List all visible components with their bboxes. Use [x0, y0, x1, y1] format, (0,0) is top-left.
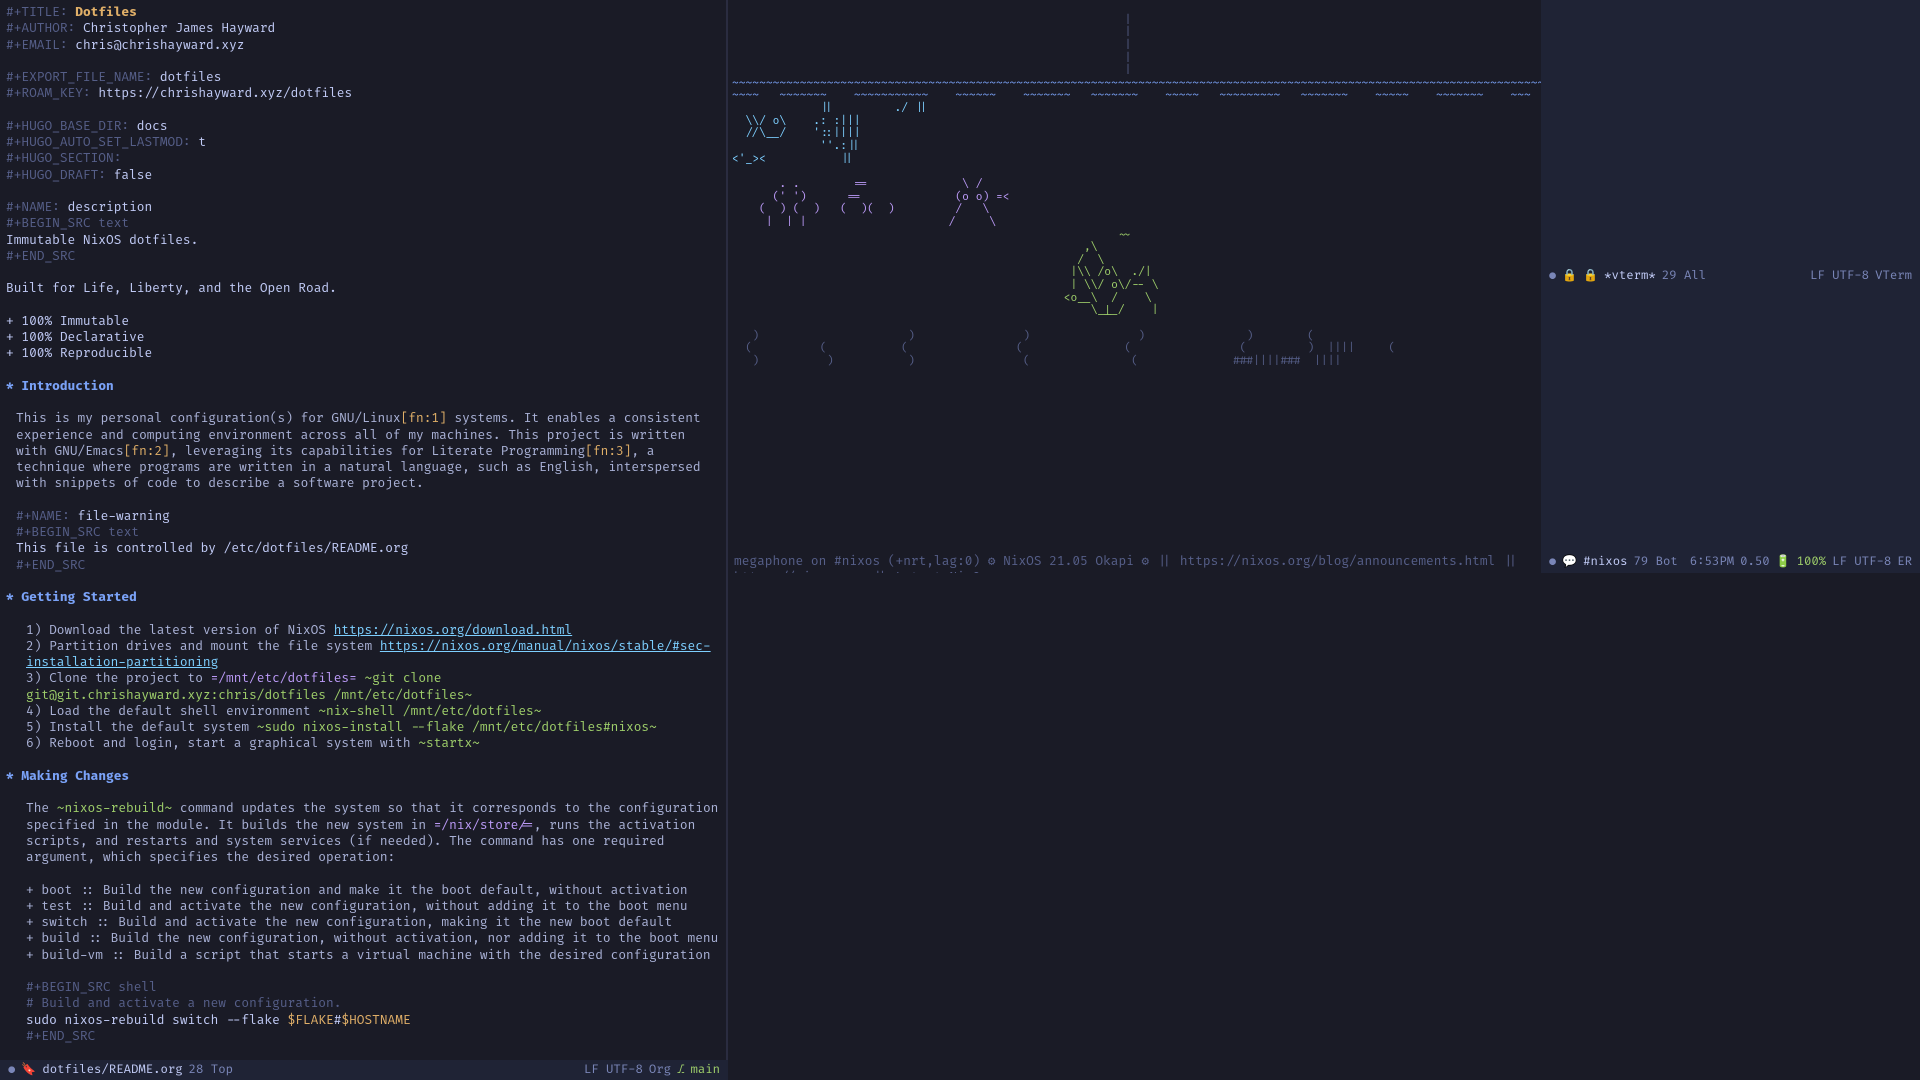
org-begin-src-shell: #+BEGIN_SRC shell: [26, 979, 720, 995]
org-shell-cmd: sudo nixos-rebuild switch --flake: [26, 1012, 288, 1028]
org-title: Dotfiles: [75, 4, 137, 20]
footnote-3[interactable]: [fn:3]: [585, 443, 631, 459]
modeline-left-encoding: LF UTF-8: [584, 1062, 643, 1078]
modeline-load: 0.50: [1740, 554, 1770, 570]
ascii-whale: ~~ ,\ / \ |\\ /o\ ./|: [732, 229, 1158, 318]
modeline-readonly-icon: ●: [1549, 268, 1556, 284]
modeline-battery: 100%: [1797, 554, 1827, 570]
org-name-fw: file-warning: [78, 508, 170, 524]
modeline-erc: ● 💬 #nixos 79 Bot 6:53PM 0.50 🔋 100% LF …: [1541, 551, 1920, 573]
vterm-pane[interactable]: | | | |: [728, 0, 1541, 551]
org-kw-email: #+EMAIL:: [6, 37, 68, 53]
org-bullet-declarative: + 100% Declarative: [6, 329, 720, 345]
org-heading-making-changes[interactable]: Making Changes: [21, 768, 129, 784]
modeline-erc-position: 79 Bot: [1633, 554, 1677, 570]
org-kw-hugo-section: #+HUGO_SECTION:: [6, 150, 121, 166]
modeline-lock-icon: 🔒: [1562, 268, 1577, 284]
org-intro-paragraph: This is my personal configuration(s) for…: [6, 410, 720, 491]
link-nixos-download[interactable]: https://nixos.org/download.html: [334, 622, 572, 638]
modeline-git-branch: main: [690, 1062, 720, 1078]
org-shell-var-hostname: $HOSTNAME: [341, 1012, 410, 1028]
modeline-encoding: LF UTF-8: [1810, 268, 1869, 284]
org-kw-hugo-base: #+HUGO_BASE_DIR:: [6, 118, 129, 134]
modeline-major-mode: VTerm: [1875, 268, 1912, 284]
org-desc-body: Immutable NixOS dotfiles.: [6, 232, 720, 248]
modeline-bookmark-icon: 🔖: [21, 1062, 36, 1078]
editor-pane-right: | | | |: [728, 0, 1920, 1060]
org-bullet-reproducible: + 100% Reproducible: [6, 345, 720, 361]
org-heading-getting-started[interactable]: Getting Started: [21, 589, 136, 605]
modeline-time: 6:53PM: [1690, 554, 1734, 570]
modeline-erc-encoding: LF UTF-8: [1832, 554, 1891, 570]
org-begin-src-text-2: #+BEGIN_SRC text: [16, 524, 720, 540]
modeline-position: 29 All: [1662, 268, 1706, 284]
org-roam: https://chrishayward.xyz/dotfiles: [98, 85, 352, 101]
org-email: chris@chrishayward.xyz: [75, 37, 244, 53]
git-branch-icon: ⎇: [677, 1062, 684, 1078]
org-kw-title: #+TITLE:: [6, 4, 68, 20]
erc-topic: megaphone on #nixos (+nrt,lag:0) ⚙ NixOS…: [734, 553, 1535, 573]
org-kw-roam: #+ROAM_KEY:: [6, 85, 91, 101]
org-kw-hugo-draft: #+HUGO_DRAFT:: [6, 167, 106, 183]
modeline-left-mode: Org: [649, 1062, 671, 1078]
modeline-dot-icon: ●: [1549, 554, 1556, 570]
org-begin-src-text: #+BEGIN_SRC text: [6, 215, 720, 231]
ascii-seabed: ) ) ) ) ) ( ( ( ( ( ( ( ) |||| ( ) ): [732, 330, 1395, 368]
org-end-src-2: #+END_SRC: [16, 557, 720, 573]
org-shell-var-flake: $FLAKE: [288, 1012, 334, 1028]
footnote-1[interactable]: [fn:1]: [401, 410, 447, 426]
modeline-file: dotfiles/README.org: [42, 1062, 182, 1078]
editor-pane-left[interactable]: #+TITLE: Dotfiles #+AUTHOR: Christopher …: [0, 0, 728, 1060]
org-bullet-immutable: + 100% Immutable: [6, 313, 720, 329]
org-hugo-base: docs: [137, 118, 168, 134]
org-end-src-3: #+END_SRC: [26, 1028, 720, 1044]
org-kw-name-desc: #+NAME:: [6, 199, 60, 215]
org-heading-introduction[interactable]: Introduction: [21, 378, 113, 394]
org-getting-started-list: 1) Download the latest version of NixOS …: [6, 622, 720, 752]
modeline-dot-icon: ●: [8, 1062, 15, 1078]
org-kw-hugo-lastmod: #+HUGO_AUTO_SET_LASTMOD:: [6, 134, 191, 150]
modeline-left-position: 28 Top: [189, 1062, 233, 1078]
org-fw-body: This file is controlled by /etc/dotfiles…: [16, 540, 720, 556]
ascii-waves-2: ~~~~ ~~~~~~~ ~~~~~~~~~~~ ~~~~~~ ~~~~~~~ …: [732, 89, 1541, 102]
org-end-src-1: #+END_SRC: [6, 248, 720, 264]
modeline-left: ● 🔖 dotfiles/README.org 28 Top LF UTF-8 …: [0, 1060, 728, 1080]
modeline-lock2-icon: 🔒: [1583, 268, 1598, 284]
org-kw-author: #+AUTHOR:: [6, 20, 75, 36]
ascii-waves: ~~~~~~~~~~~~~~~~~~~~~~~~~~~~~~~~~~~~~~~~…: [732, 77, 1541, 90]
org-header: #+TITLE: Dotfiles #+AUTHOR: Christopher …: [6, 4, 720, 264]
org-ops-list: + boot :: Build the new configuration an…: [6, 882, 720, 963]
modeline-erc-mode: ER: [1897, 554, 1912, 570]
org-hugo-lastmod: t: [198, 134, 206, 150]
ascii-creatures: . . == \ / (' ') == (o o) =< ( ) ( ) ( )…: [732, 178, 1010, 229]
org-name-desc: description: [68, 199, 153, 215]
modeline-buffer-name: *vterm*: [1604, 268, 1656, 284]
battery-icon: 🔋: [1776, 554, 1791, 570]
modeline-vterm: ● 🔒 🔒 *vterm* 29 All LF UTF-8 VTerm: [1541, 0, 1920, 551]
org-hugo-draft: false: [114, 167, 152, 183]
org-tagline: Built for Life, Liberty, and the Open Ro…: [6, 280, 720, 296]
org-export: dotfiles: [160, 69, 222, 85]
org-making-changes-para: The ~nixos-rebuild~ command updates the …: [6, 800, 720, 865]
modeline-chat-icon: 💬: [1562, 554, 1577, 570]
modeline-erc-channel: #nixos: [1583, 554, 1627, 570]
org-kw-name-fw: #+NAME:: [16, 508, 70, 524]
org-shell-comment: # Build and activate a new configuration…: [26, 995, 720, 1011]
ascii-fish: || ./ || \\/ o\ .: :||| //\__/ '::|||| '…: [732, 102, 928, 166]
org-author: Christopher James Hayward: [83, 20, 275, 36]
erc-pane[interactable]: megaphone on #nixos (+nrt,lag:0) ⚙ NixOS…: [728, 551, 1541, 573]
footnote-2[interactable]: [fn:2]: [124, 443, 170, 459]
org-kw-export: #+EXPORT_FILE_NAME:: [6, 69, 152, 85]
